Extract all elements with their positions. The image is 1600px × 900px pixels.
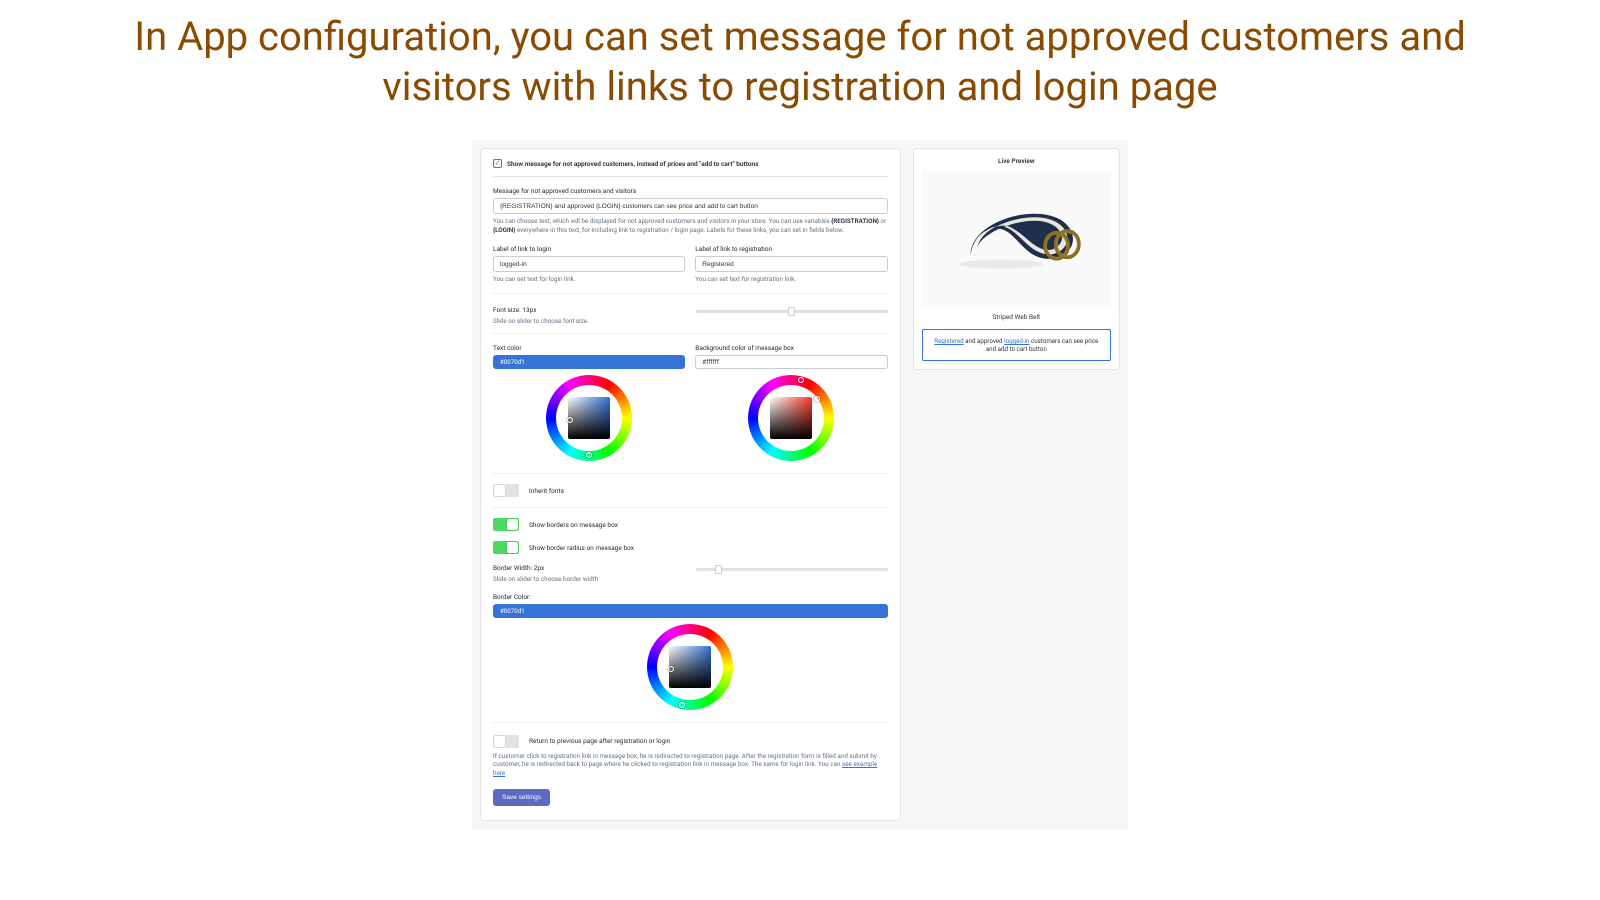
show-radius-row: Show border radius on message box — [493, 541, 888, 554]
message-input[interactable] — [493, 198, 888, 214]
font-size-help: Slide on slider to choose font size. — [493, 317, 684, 326]
font-size-row: Font size: 13px Slide on slider to choos… — [493, 306, 888, 335]
bg-color-picker[interactable] — [748, 375, 834, 461]
login-link-input[interactable] — [493, 256, 685, 272]
text-color-input[interactable]: #0070d1 — [493, 355, 685, 369]
text-color-picker[interactable] — [546, 375, 632, 461]
bg-color-input[interactable]: #ffffff — [695, 355, 887, 369]
toggle-knob-icon — [507, 519, 518, 530]
page-heading: In App configuration, you can set messag… — [100, 12, 1500, 112]
preview-message-box: Registered and approved logged-in custom… — [922, 329, 1111, 361]
toggle-knob-icon — [494, 736, 505, 747]
show-radius-label: Show border radius on message box — [529, 544, 634, 552]
settings-panel: Show message for not approved customers,… — [480, 148, 901, 821]
font-size-label: Font size: 13px — [493, 306, 684, 314]
toggle-knob-icon — [494, 485, 505, 496]
inherit-fonts-toggle[interactable] — [493, 484, 519, 497]
border-width-label: Border Width: 2px — [493, 564, 684, 572]
show-message-label: Show message for not approved customers,… — [507, 160, 759, 168]
show-message-checkbox[interactable] — [493, 159, 502, 168]
sv-square-icon — [568, 397, 610, 439]
sv-square-icon — [770, 397, 812, 439]
preview-product-name: Striped Web Belt — [922, 313, 1111, 321]
preview-product-image — [922, 171, 1111, 307]
preview-login-link[interactable]: logged-in — [1004, 337, 1029, 345]
show-radius-toggle[interactable] — [493, 541, 519, 554]
border-width-row: Border Width: 2px Slide on slider to cho… — [493, 564, 888, 584]
sv-square-icon — [669, 646, 711, 688]
show-borders-label: Show borders on message box — [529, 521, 618, 529]
return-label: Return to previous page after registrati… — [529, 737, 670, 745]
return-help: If customer click to registration link i… — [493, 752, 888, 778]
toggle-knob-icon — [507, 542, 518, 553]
picker-handle-icon — [668, 666, 674, 672]
return-section: Return to previous page after registrati… — [493, 735, 888, 778]
slider-thumb-icon — [788, 307, 795, 316]
slider-thumb-icon — [715, 565, 722, 574]
save-settings-button[interactable]: Save settings — [493, 789, 550, 806]
border-color-input[interactable]: #0070d1 — [493, 604, 888, 618]
show-borders-toggle[interactable] — [493, 518, 519, 531]
registration-link-help: You can set text for registration link. — [695, 275, 887, 284]
link-labels-row: Label of link to login You can set text … — [493, 245, 888, 294]
return-toggle[interactable] — [493, 735, 519, 748]
app-container: Show message for not approved customers,… — [472, 140, 1128, 829]
show-message-checkbox-row: Show message for not approved customers,… — [493, 159, 888, 177]
inherit-fonts-row: Inherit fonts — [493, 473, 888, 508]
registration-link-input[interactable] — [695, 256, 887, 272]
font-size-slider[interactable] — [696, 310, 887, 313]
color-row: Text color #0070d1 Background color of m… — [493, 344, 888, 369]
border-color-picker[interactable] — [647, 624, 733, 710]
live-preview-panel: Live Preview — [913, 148, 1120, 370]
border-width-slider[interactable] — [696, 568, 887, 571]
preview-title: Live Preview — [922, 157, 1111, 165]
border-color-label: Border Color: — [493, 593, 888, 601]
bg-color-label: Background color of message box — [695, 344, 887, 352]
registration-link-label: Label of link to registration — [695, 245, 887, 253]
message-help: You can choose text, which will be displ… — [493, 217, 888, 234]
text-color-label: Text color — [493, 344, 685, 352]
picker-handle-icon — [679, 702, 685, 708]
inherit-fonts-label: Inherit fonts — [529, 487, 564, 495]
login-link-help: You can set text for login link. — [493, 275, 685, 284]
color-picker-row — [493, 375, 888, 461]
border-width-help: Slide on slider to choose border width — [493, 575, 684, 584]
login-link-label: Label of link to login — [493, 245, 685, 253]
preview-registration-link[interactable]: Registered — [934, 337, 963, 345]
belt-icon — [940, 198, 1093, 278]
show-borders-row: Show borders on message box — [493, 518, 888, 531]
message-label: Message for not approved customers and v… — [493, 187, 888, 195]
